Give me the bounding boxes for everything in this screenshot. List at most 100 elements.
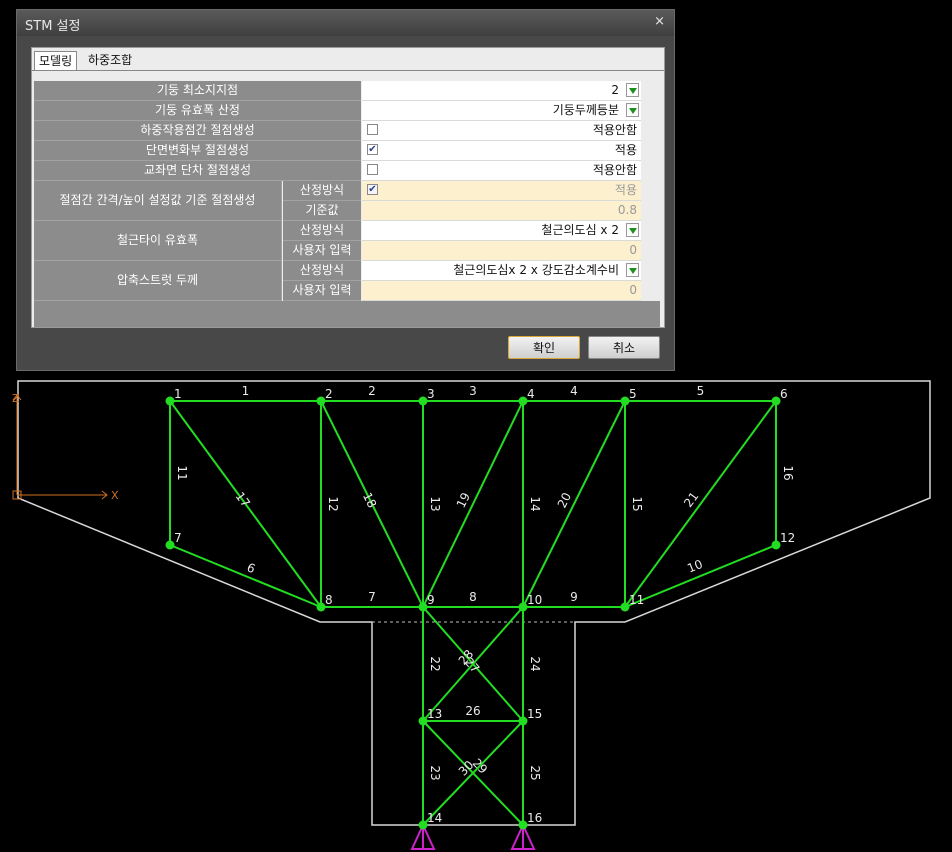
tab-modeling[interactable]: 모델링: [34, 51, 78, 71]
axis-z-label: Z: [12, 392, 20, 405]
value-text: 2: [611, 83, 619, 97]
value-checkbox-cell[interactable]: 적용안함: [362, 121, 641, 141]
cancel-button[interactable]: 취소: [588, 336, 660, 359]
property-row: 단면변화부 절점생성 ✔ 적용: [34, 141, 660, 161]
value-dropdown[interactable]: 철근의도심x 2 x 강도감소계수비: [362, 261, 641, 281]
member-label: 18: [360, 490, 379, 510]
chevron-down-icon[interactable]: [626, 103, 639, 117]
node-label: 8: [325, 593, 333, 607]
member-label: 10: [685, 557, 704, 576]
value-input: 0.8: [362, 201, 641, 221]
value-checkbox-cell[interactable]: ✔ 적용: [362, 141, 641, 161]
property-row: 교좌면 단차 절점생성 적용안함: [34, 161, 660, 181]
member-label: 8: [469, 590, 477, 604]
member-label: 13: [428, 496, 442, 511]
checkbox[interactable]: ✔: [367, 144, 378, 155]
stm-settings-dialog: STM 설정 × 모델링 하중조합 기둥 최소지지점 2 기둥 유효폭 산정 기둥두께…: [16, 9, 675, 371]
chevron-down-icon[interactable]: [626, 263, 639, 277]
node-label: 15: [527, 707, 542, 721]
member-label: 19: [454, 490, 473, 510]
axis-x-label: X: [111, 489, 119, 502]
value-dropdown[interactable]: 2: [362, 81, 641, 101]
property-row: 하중작용점간 절점생성 적용안함: [34, 121, 660, 141]
member-label: 6: [245, 560, 257, 576]
node-label: 16: [527, 811, 542, 825]
node-label: 14: [427, 811, 442, 825]
property-row: 기둥 유효폭 산정 기둥두께등분: [34, 101, 660, 121]
value-text: 기둥두께등분: [552, 103, 619, 117]
property-subrow: 사용자 입력 0: [34, 241, 660, 261]
member-label: 7: [368, 590, 376, 604]
checkbox[interactable]: [367, 124, 378, 135]
property-row: 기둥 최소지지점 2: [34, 81, 660, 101]
property-label: 교좌면 단차 절점생성: [34, 161, 361, 181]
close-icon[interactable]: ×: [654, 14, 665, 29]
chevron-down-icon[interactable]: [626, 83, 639, 97]
dialog-title: STM 설정: [25, 19, 81, 34]
sub-label: 산정방식: [283, 221, 361, 241]
node-label: 12: [780, 531, 795, 545]
member-label: 16: [781, 465, 795, 480]
member-label: 12: [326, 496, 340, 511]
property-subrow: 산정방식 ✔ 적용: [34, 181, 660, 201]
property-subrow: 산정방식 철근의도심 x 2: [34, 221, 660, 241]
tab-divider: [32, 70, 664, 71]
member-label: 20: [555, 490, 574, 510]
value-input: 0: [362, 241, 641, 261]
node-label: 10: [527, 593, 542, 607]
member-label: 4: [570, 384, 578, 398]
value-text: 적용: [614, 183, 637, 197]
member-label: 22: [428, 656, 442, 671]
property-label: 기둥 유효폭 산정: [34, 101, 361, 121]
value-text: 적용: [614, 143, 637, 157]
ok-button[interactable]: 확인: [508, 336, 580, 359]
axis-icon: [12, 394, 108, 500]
value-text: 철근의도심 x 2: [541, 223, 619, 237]
node-label: 2: [325, 387, 333, 401]
value-checkbox-cell[interactable]: 적용안함: [362, 161, 641, 181]
node-label: 13: [427, 707, 442, 721]
property-label: 기둥 최소지지점: [34, 81, 361, 101]
value-dropdown[interactable]: 철근의도심 x 2: [362, 221, 641, 241]
node-label: 4: [527, 387, 535, 401]
grid-empty-area: [34, 301, 660, 327]
node-label: 7: [174, 531, 182, 545]
value-dropdown[interactable]: 기둥두께등분: [362, 101, 641, 121]
member-label: 26: [465, 704, 480, 718]
dialog-title-bar[interactable]: STM 설정 ×: [17, 10, 674, 36]
property-subrow: 기준값 0.8: [34, 201, 660, 221]
member-label: 25: [528, 765, 542, 780]
settings-panel: 모델링 하중조합 기둥 최소지지점 2 기둥 유효폭 산정 기둥두께등분하중작용점간 …: [31, 47, 665, 328]
node-label: 11: [629, 593, 644, 607]
node-label: 5: [629, 387, 637, 401]
value-text: 0: [629, 243, 637, 257]
tab-load-combination[interactable]: 하중조합: [84, 51, 136, 69]
property-subrow: 산정방식 철근의도심x 2 x 강도감소계수비: [34, 261, 660, 281]
member-label: 1: [242, 384, 250, 398]
sub-label: 기준값: [283, 201, 361, 221]
member-label: 5: [697, 384, 705, 398]
member-label: 9: [570, 590, 578, 604]
property-subrow: 사용자 입력 0: [34, 281, 660, 301]
value-input: 0: [362, 281, 641, 301]
property-label: 하중작용점간 절점생성: [34, 121, 361, 141]
member-label: 15: [630, 496, 644, 511]
member-label: 23: [428, 765, 442, 780]
member-label: 24: [528, 656, 542, 671]
node-label: 1: [174, 387, 182, 401]
value-checkbox-cell: ✔ 적용: [362, 181, 641, 201]
member-label: 3: [469, 384, 477, 398]
value-text: 적용안함: [592, 163, 637, 177]
value-text: 적용안함: [592, 123, 637, 137]
property-label: 단면변화부 절점생성: [34, 141, 361, 161]
checkbox[interactable]: [367, 164, 378, 175]
member-label: 2: [368, 384, 376, 398]
chevron-down-icon[interactable]: [626, 223, 639, 237]
checkbox: ✔: [367, 184, 378, 195]
sub-label: 사용자 입력: [283, 241, 361, 261]
node-label: 9: [427, 593, 435, 607]
value-text: 0.8: [617, 203, 637, 217]
sub-label: 산정방식: [283, 261, 361, 281]
member-label: 14: [528, 496, 542, 511]
node-label: 6: [780, 387, 788, 401]
